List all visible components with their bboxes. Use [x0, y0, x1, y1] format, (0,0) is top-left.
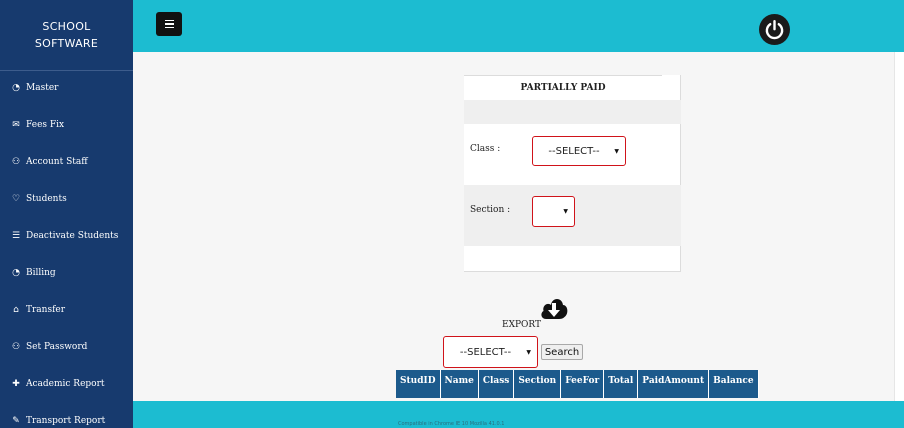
section-label: Section : [470, 205, 511, 215]
sidebar-item-label: Transfer [26, 304, 66, 315]
filter-panel: PARTIALLY PAID Class : --SELECT-- ▼ Sect… [464, 75, 681, 272]
column-header-studid[interactable]: StudID [396, 370, 441, 391]
column-header-feefor[interactable]: FeeFor [560, 370, 605, 391]
sidebar-item-label: Billing [26, 267, 56, 278]
brand-logo[interactable]: SCHOOL SOFTWARE [0, 0, 133, 71]
home-icon: ⌂ [13, 304, 19, 315]
class-label: Class : [470, 144, 501, 154]
heart-icon: ♡ [11, 193, 21, 204]
sidebar-item-label: Deactivate Students [26, 230, 119, 241]
search-select[interactable]: --SELECT-- ▼ [443, 336, 538, 368]
sidebar-item-label: Fees Fix [26, 119, 65, 130]
sidebar-item-transport-report[interactable]: ✎ Transport Report [0, 402, 133, 428]
search-select-value: --SELECT-- [459, 346, 512, 358]
top-navbar [133, 0, 904, 52]
sidebar-item-fees-fix[interactable]: ✉ Fees Fix [0, 106, 133, 143]
sidebar-item-transfer[interactable]: ⌂ Transfer [0, 291, 133, 328]
dashboard-icon: ◔ [12, 267, 20, 278]
section-select[interactable]: ▼ [532, 196, 575, 227]
table-row [396, 391, 759, 398]
footer: Compatible in Chrome IE 10 Mozilla 41.0.… [133, 401, 904, 428]
sidebar-item-account-staff[interactable]: ⚇ Account Staff [0, 143, 133, 180]
sidebar-item-label: Transport Report [26, 415, 106, 426]
column-header-paidamount[interactable]: PaidAmount [637, 370, 710, 391]
dashboard-icon: ◔ [12, 82, 20, 93]
panel-title: PARTIALLY PAID [464, 75, 662, 100]
column-header-name[interactable]: Name [440, 370, 479, 391]
sidebar-item-billing[interactable]: ◔ Billing [0, 254, 133, 291]
results-table: StudID Name Class Section FeeFor Total P… [396, 370, 759, 398]
envelope-icon: ✉ [12, 119, 20, 130]
pin-icon: ✚ [12, 378, 20, 389]
scrollbar-track[interactable] [894, 52, 904, 401]
column-header-class[interactable]: Class [478, 370, 515, 391]
sidebar-item-label: Students [26, 193, 67, 204]
sidebar-item-label: Master [26, 82, 59, 93]
sidebar-item-academic-report[interactable]: ✚ Academic Report [0, 365, 133, 402]
sidebar-item-deactivate-students[interactable]: ☰ Deactivate Students [0, 217, 133, 254]
chevron-down-icon: ▼ [563, 208, 568, 215]
brand-line-2: SOFTWARE [34, 37, 99, 50]
list-icon: ☰ [11, 230, 21, 241]
users-icon: ⚇ [11, 341, 21, 352]
search-button[interactable]: Search [541, 344, 583, 360]
cloud-download-icon[interactable] [539, 292, 569, 324]
pencil-icon: ✎ [12, 415, 20, 426]
column-header-total[interactable]: Total [603, 370, 639, 391]
sidebar-item-students[interactable]: ♡ Students [0, 180, 133, 217]
sidebar-item-master[interactable]: ◔ Master [0, 69, 133, 106]
table-header-row: StudID Name Class Section FeeFor Total P… [396, 370, 759, 391]
sidebar-item-set-password[interactable]: ⚇ Set Password [0, 328, 133, 365]
hamburger-menu-icon[interactable] [156, 12, 182, 36]
column-header-balance[interactable]: Balance [708, 370, 759, 391]
users-icon: ⚇ [11, 156, 21, 167]
chevron-down-icon: ▼ [614, 148, 619, 155]
panel-band [464, 100, 681, 124]
column-header-section[interactable]: Section [513, 370, 562, 391]
brand-line-1: SCHOOL [42, 20, 91, 33]
sidebar-item-label: Academic Report [26, 378, 105, 389]
sidebar-item-label: Set Password [26, 341, 88, 352]
sidebar-item-label: Account Staff [26, 156, 88, 167]
sidebar: SCHOOL SOFTWARE ◔ Master ✉ Fees Fix ⚇ Ac… [0, 0, 133, 428]
export-label: EXPORT [502, 320, 542, 330]
class-select-value: --SELECT-- [548, 145, 600, 157]
power-icon[interactable] [759, 14, 790, 45]
chevron-down-icon: ▼ [526, 349, 531, 356]
footer-text: Compatible in Chrome IE 10 Mozilla 41.0.… [398, 421, 505, 427]
class-select[interactable]: --SELECT-- ▼ [532, 136, 626, 166]
